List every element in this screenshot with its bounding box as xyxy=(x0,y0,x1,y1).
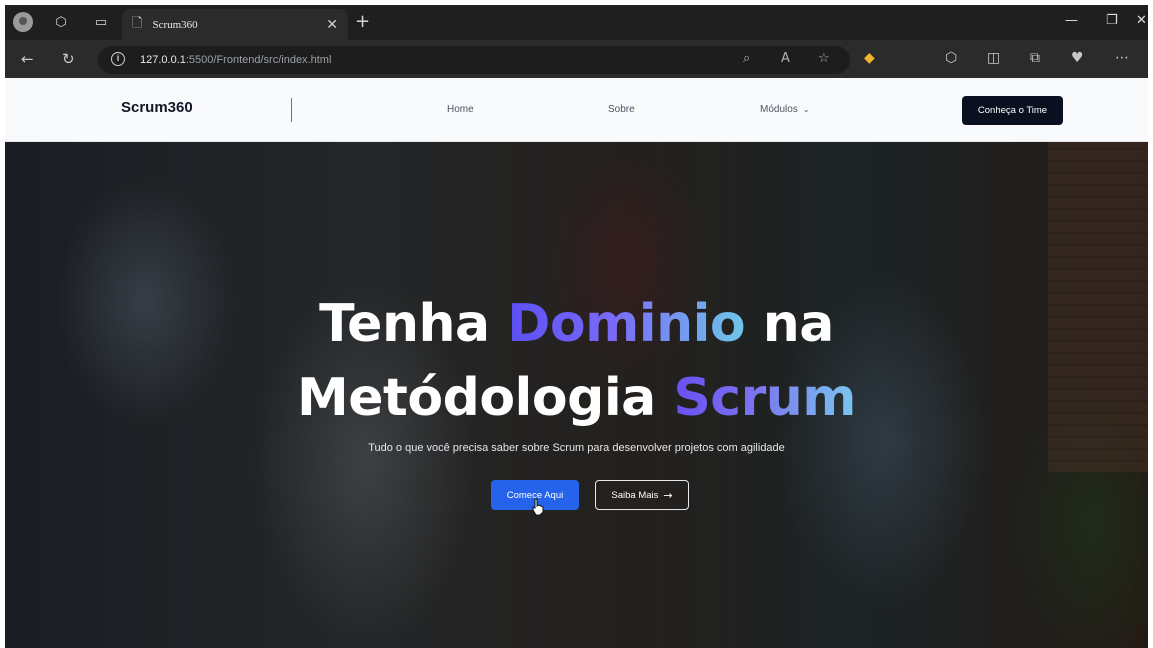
back-icon[interactable]: ← xyxy=(21,50,34,68)
browser-tab-active[interactable]: 🗋 Scrum360 ✕ xyxy=(122,9,348,40)
hero-headline-line2: Metódologia Scrum xyxy=(5,368,1148,428)
page-icon: 🗋 xyxy=(132,15,143,31)
headline-highlight: Scrum xyxy=(673,368,856,428)
read-aloud-icon[interactable]: A xyxy=(781,51,790,66)
logo-divider xyxy=(291,98,292,122)
headline-highlight: Dominio xyxy=(507,294,746,354)
headline-text: Metódologia xyxy=(297,368,674,428)
profile-avatar-icon[interactable] xyxy=(13,12,33,32)
extension-icon[interactable]: ⬡ xyxy=(945,50,957,66)
saiba-mais-label: Saiba Mais xyxy=(611,489,659,501)
saiba-mais-button[interactable]: Saiba Mais → xyxy=(595,480,689,510)
hero-section: Tenha Dominio na Metódologia Scrum Tudo … xyxy=(5,142,1148,648)
browser-window: ⬡ ▭ 🗋 Scrum360 ✕ + — ❐ ✕ ← ↻ i 127.0.0.1… xyxy=(5,5,1148,648)
nav-link-home[interactable]: Home xyxy=(447,104,474,115)
new-tab-icon[interactable]: + xyxy=(355,11,370,32)
headline-text: Tenha xyxy=(319,294,508,354)
collections-icon[interactable]: ⧉ xyxy=(1030,50,1040,66)
browser-toolbar: ← ↻ i 127.0.0.1:5500/Frontend/src/index.… xyxy=(5,40,1148,78)
search-icon[interactable]: ⌕ xyxy=(743,51,750,66)
hand-cursor-icon xyxy=(532,498,544,516)
address-bar[interactable]: i 127.0.0.1:5500/Frontend/src/index.html… xyxy=(98,46,850,74)
browser-essentials-icon[interactable]: ♥ xyxy=(1071,50,1084,66)
minimize-icon[interactable]: — xyxy=(1065,13,1078,28)
split-screen-icon[interactable]: ◫ xyxy=(987,50,1000,66)
chevron-down-icon: ⌄ xyxy=(802,105,810,114)
close-window-icon[interactable]: ✕ xyxy=(1136,13,1147,28)
url-text[interactable]: 127.0.0.1:5500/Frontend/src/index.html xyxy=(140,54,331,66)
tab-title: Scrum360 xyxy=(152,18,198,31)
site-header: Scrum360 Home Sobre Módulos ⌄ Conheça o T… xyxy=(5,78,1148,142)
browser-titlebar: ⬡ ▭ 🗋 Scrum360 ✕ + — ❐ ✕ xyxy=(5,5,1148,40)
favorite-star-icon[interactable]: ☆ xyxy=(818,51,830,66)
page-viewport: Scrum360 Home Sobre Módulos ⌄ Conheça o T… xyxy=(5,78,1148,648)
tab-actions-icon[interactable]: ▭ xyxy=(91,12,111,32)
headline-text: na xyxy=(745,294,835,354)
site-logo[interactable]: Scrum360 xyxy=(121,99,193,116)
extension-badge-icon[interactable]: ◆ xyxy=(864,50,875,66)
conheca-time-button[interactable]: Conheça o Time xyxy=(962,96,1063,125)
refresh-icon[interactable]: ↻ xyxy=(62,50,75,68)
more-options-icon[interactable]: ⋯ xyxy=(1115,50,1129,66)
workspaces-icon[interactable]: ⬡ xyxy=(51,12,71,32)
close-tab-icon[interactable]: ✕ xyxy=(326,17,338,33)
nav-link-sobre[interactable]: Sobre xyxy=(608,104,635,115)
restore-icon[interactable]: ❐ xyxy=(1106,13,1118,28)
url-path: :5500/Frontend/src/index.html xyxy=(185,54,332,66)
hero-subtitle: Tudo o que você precisa saber sobre Scru… xyxy=(368,442,785,454)
url-host: 127.0.0.1 xyxy=(140,54,186,66)
nav-dropdown-modulos[interactable]: Módulos ⌄ xyxy=(760,104,810,115)
nav-dropdown-label: Módulos xyxy=(760,104,798,115)
hero-headline-line1: Tenha Dominio na xyxy=(5,294,1148,354)
arrow-right-icon: → xyxy=(663,488,673,502)
site-info-icon[interactable]: i xyxy=(111,52,125,66)
